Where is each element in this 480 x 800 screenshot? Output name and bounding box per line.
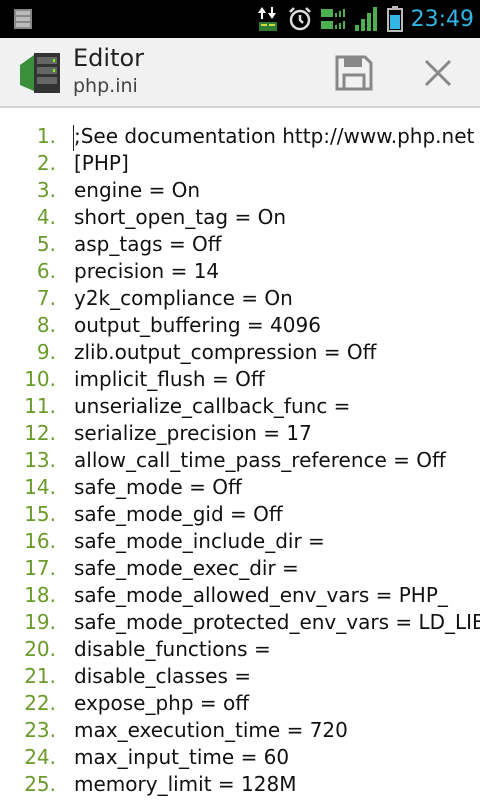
close-button[interactable] — [413, 48, 463, 98]
line-number: 19. — [24, 610, 56, 634]
line-number: 24. — [24, 745, 56, 769]
code-line[interactable]: 16. safe_mode_include_dir = — [0, 528, 480, 555]
code-line[interactable]: 23. max_execution_time = 720 — [0, 717, 480, 744]
code-text: safe_mode_include_dir = — [74, 529, 325, 553]
code-text: zlib.output_compression = Off — [74, 340, 377, 364]
line-number: 22. — [24, 691, 56, 715]
battery-icon — [386, 5, 403, 33]
code-line[interactable]: 9. zlib.output_compression = Off — [0, 339, 480, 366]
close-icon — [424, 59, 452, 87]
app-notification-icon — [8, 6, 38, 32]
line-number: 6. — [36, 259, 56, 283]
status-bar: 23:49 — [0, 0, 480, 38]
code-text: safe_mode = Off — [74, 475, 242, 499]
code-line[interactable]: 7. y2k_compliance = On — [0, 285, 480, 312]
code-text: short_open_tag = On — [74, 205, 286, 229]
code-line[interactable]: 17. safe_mode_exec_dir = — [0, 555, 480, 582]
code-line[interactable]: 2. [PHP] — [0, 150, 480, 177]
line-number: 14. — [24, 475, 56, 499]
file-name: php.ini — [73, 75, 138, 97]
code-line[interactable]: 15. safe_mode_gid = Off — [0, 501, 480, 528]
text-cursor — [73, 125, 74, 151]
line-number: 11. — [24, 394, 56, 418]
code-line[interactable]: 8. output_buffering = 4096 — [0, 312, 480, 339]
code-line[interactable]: 20. disable_functions = — [0, 636, 480, 663]
code-text: output_buffering = 4096 — [74, 313, 321, 337]
code-line[interactable]: 10. implicit_flush = Off — [0, 366, 480, 393]
signal-strength-icon — [354, 5, 379, 33]
line-number: 4. — [36, 205, 56, 229]
line-number: 20. — [24, 637, 56, 661]
line-number: 1. — [36, 124, 56, 148]
line-number: 12. — [24, 421, 56, 445]
code-text: implicit_flush = Off — [74, 367, 265, 391]
code-line[interactable]: 19. safe_mode_protected_env_vars = LD_LIB… — [0, 609, 480, 636]
code-text: y2k_compliance = On — [74, 286, 293, 310]
code-line[interactable]: 24. max_input_time = 60 — [0, 744, 480, 771]
line-number: 3. — [36, 178, 56, 202]
code-line[interactable]: 4. short_open_tag = On — [0, 204, 480, 231]
code-line[interactable]: 1. ;See documentation http://www.php.net — [0, 123, 480, 150]
code-text: memory_limit = 128M — [74, 772, 297, 796]
code-line[interactable]: 22. expose_php = off — [0, 690, 480, 717]
code-text: max_input_time = 60 — [74, 745, 290, 769]
line-number: 21. — [24, 664, 56, 688]
code-text: precision = 14 — [74, 259, 220, 283]
line-number: 7. — [36, 286, 56, 310]
clock: 23:49 — [410, 6, 474, 32]
code-line[interactable]: 14. safe_mode = Off — [0, 474, 480, 501]
code-line[interactable]: 18. safe_mode_allowed_env_vars = PHP_ — [0, 582, 480, 609]
code-text: safe_mode_gid = Off — [74, 502, 283, 526]
line-number: 8. — [36, 313, 56, 337]
line-number: 16. — [24, 529, 56, 553]
code-text: expose_php = off — [74, 691, 249, 715]
code-text: [PHP] — [74, 151, 129, 175]
app-title: Editor — [73, 44, 145, 72]
code-text: max_execution_time = 720 — [74, 718, 348, 742]
code-line[interactable]: 25. memory_limit = 128M — [0, 771, 480, 798]
code-text: allow_call_time_pass_reference = Off — [74, 448, 446, 472]
data-transfer-icon — [257, 5, 279, 33]
code-text: asp_tags = Off — [74, 232, 222, 256]
code-line[interactable]: 3. engine = On — [0, 177, 480, 204]
code-text: ;See documentation http://www.php.net — [74, 124, 475, 148]
server-app-icon[interactable] — [18, 51, 64, 95]
line-number: 13. — [24, 448, 56, 472]
save-icon — [335, 55, 373, 91]
code-text: engine = On — [74, 178, 201, 202]
code-line[interactable]: 21. disable_classes = — [0, 663, 480, 690]
code-text: disable_functions = — [74, 637, 271, 661]
code-text: unserialize_callback_func = — [74, 394, 351, 418]
code-text: safe_mode_exec_dir = — [74, 556, 299, 580]
line-number: 10. — [24, 367, 56, 391]
line-number: 25. — [24, 772, 56, 796]
alarm-icon — [287, 6, 313, 32]
code-text: safe_mode_allowed_env_vars = PHP_ — [74, 583, 448, 607]
line-number: 15. — [24, 502, 56, 526]
dual-signal-icon — [320, 5, 347, 33]
line-number: 9. — [36, 340, 56, 364]
line-number: 5. — [36, 232, 56, 256]
code-line[interactable]: 5. asp_tags = Off — [0, 231, 480, 258]
code-text: safe_mode_protected_env_vars = LD_LIBRAR… — [74, 610, 480, 634]
code-line[interactable]: 12. serialize_precision = 17 — [0, 420, 480, 447]
line-number: 17. — [24, 556, 56, 580]
line-number: 23. — [24, 718, 56, 742]
save-button[interactable] — [329, 48, 379, 98]
line-number: 2. — [36, 151, 56, 175]
code-line[interactable]: 13. allow_call_time_pass_reference = Off — [0, 447, 480, 474]
code-line[interactable]: 6. precision = 14 — [0, 258, 480, 285]
code-text: serialize_precision = 17 — [74, 421, 312, 445]
code-line[interactable]: 11. unserialize_callback_func = — [0, 393, 480, 420]
action-bar: Editor php.ini — [0, 38, 480, 108]
code-editor[interactable]: 1. ;See documentation http://www.php.net 2… — [0, 118, 480, 800]
code-text: disable_classes = — [74, 664, 251, 688]
line-number: 18. — [24, 583, 56, 607]
